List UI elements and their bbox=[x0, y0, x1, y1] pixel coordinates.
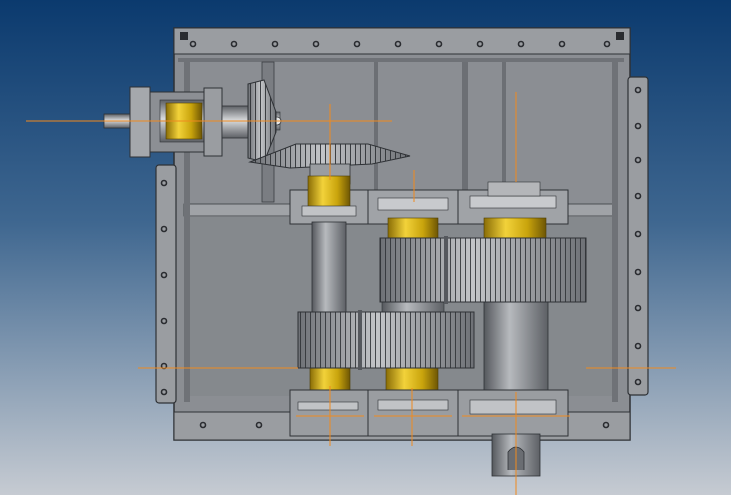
spur-gear-upper[interactable] bbox=[379, 236, 587, 304]
cad-viewport[interactable] bbox=[0, 0, 731, 495]
spur-gear-lower[interactable] bbox=[297, 310, 475, 370]
